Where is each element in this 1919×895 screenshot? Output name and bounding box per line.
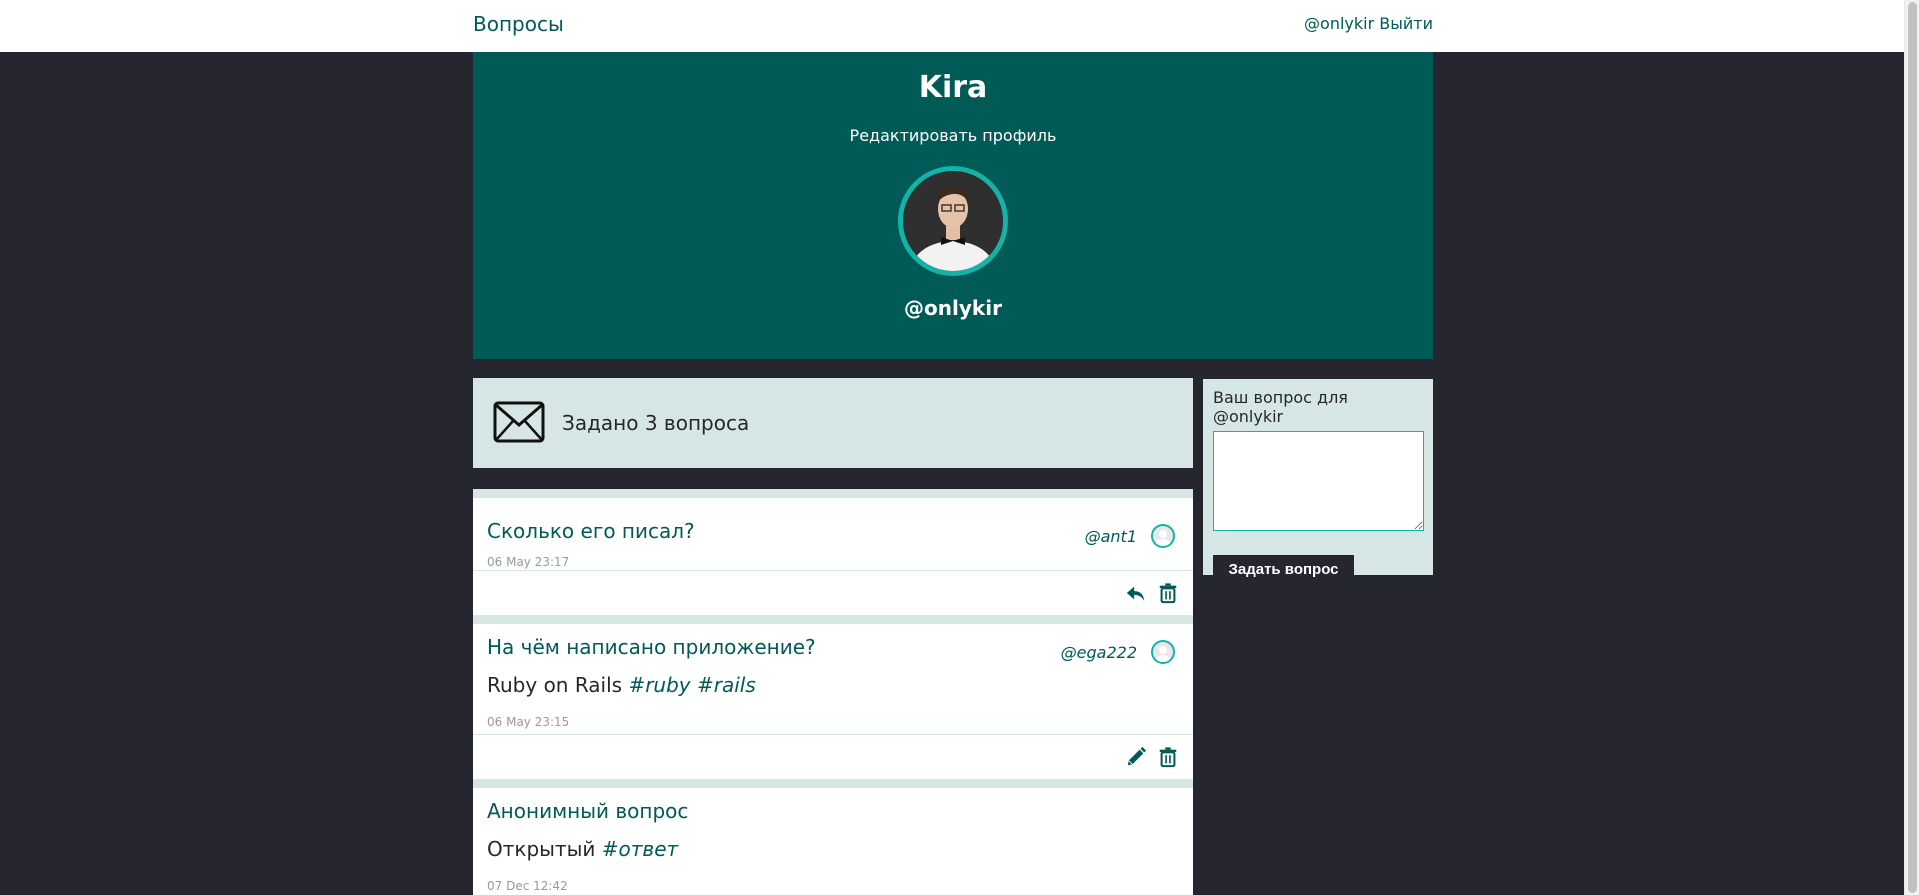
brand-link[interactable]: Вопросы (473, 12, 564, 36)
author-avatar[interactable] (1151, 524, 1175, 548)
question-item: На чём написано приложение? @ega222 Ruby… (473, 624, 1193, 779)
user-icon (1156, 646, 1170, 662)
question-actions (473, 734, 1193, 778)
page-scrollbar[interactable] (1904, 0, 1919, 895)
user-icon (1156, 530, 1170, 546)
logout-link[interactable]: Выйти (1379, 14, 1433, 33)
hashtag-link[interactable]: #ruby (628, 673, 690, 697)
reply-icon[interactable] (1125, 582, 1147, 604)
current-user-link[interactable]: @onlykir (1304, 14, 1374, 33)
question-count-text: Задано 3 вопроса (562, 411, 750, 435)
trash-icon[interactable] (1157, 746, 1179, 768)
scrollbar-thumb[interactable] (1908, 2, 1917, 893)
profile-name: Kira (918, 70, 988, 105)
answer-body: Ruby on Rails (487, 673, 623, 697)
question-date: 06 May 23:17 (487, 555, 570, 569)
answer-body: Открытый (487, 837, 596, 861)
ask-form-label: Ваш вопрос для @onlykir (1213, 388, 1348, 426)
question-author[interactable]: @ega222 (1061, 643, 1137, 662)
question-counter: Задано 3 вопроса (473, 378, 1193, 468)
ask-question-button[interactable]: Задать вопрос (1213, 555, 1354, 584)
hashtag-link[interactable]: #ответ (602, 837, 678, 861)
hashtag-link[interactable]: #rails (697, 673, 756, 697)
question-textarea[interactable] (1213, 431, 1424, 531)
question-actions (473, 570, 1193, 614)
questions-list: Сколько его писал? @ant1 06 May 23:17 На… (473, 489, 1193, 895)
profile-header: Kira Редактировать профиль @onlykir (473, 52, 1433, 359)
answer-text: Открытый #ответ (487, 837, 678, 861)
question-item: Сколько его писал? @ant1 06 May 23:17 (473, 498, 1193, 615)
edit-profile-link[interactable]: Редактировать профиль (473, 126, 1433, 145)
profile-avatar (898, 166, 1008, 276)
ask-question-form: Ваш вопрос для @onlykir Задать вопрос (1203, 379, 1433, 584)
question-date: 07 Dec 12:42 (487, 879, 568, 893)
pencil-icon[interactable] (1125, 746, 1147, 768)
profile-nickname: @onlykir (904, 296, 1002, 320)
top-navbar: Вопросы @onlykir Выйти (0, 0, 1904, 52)
envelope-icon (493, 401, 545, 443)
profile-photo (903, 171, 1003, 271)
user-nav: @onlykir Выйти (1304, 14, 1433, 33)
question-text: Анонимный вопрос (487, 799, 689, 823)
question-author[interactable]: @ant1 (1085, 527, 1137, 546)
question-text: На чём написано приложение? (487, 635, 816, 659)
author-avatar[interactable] (1151, 640, 1175, 664)
question-date: 06 May 23:15 (487, 715, 570, 729)
question-text: Сколько его писал? (487, 519, 695, 543)
question-item: Анонимный вопрос Открытый #ответ 07 Dec … (473, 788, 1193, 895)
answer-text: Ruby on Rails #ruby #rails (487, 673, 756, 697)
trash-icon[interactable] (1157, 582, 1179, 604)
